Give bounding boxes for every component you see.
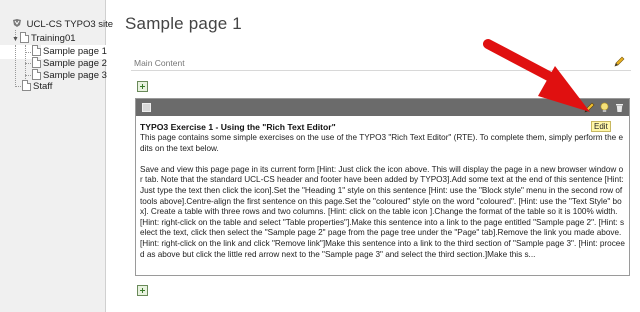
content-element-header	[136, 99, 629, 116]
column-label: Main Content	[134, 58, 185, 68]
content-element-title: TYPO3 Exercise 1 - Using the "Rich Text …	[140, 122, 336, 132]
page-icon	[32, 69, 41, 80]
tree-connector	[25, 52, 31, 53]
tree-page-label: Sample page 1	[43, 46, 107, 57]
content-element: TYPO3 Exercise 1 - Using the "Rich Text …	[135, 98, 630, 276]
tree-site-label: UCL-CS TYPO3 site	[26, 19, 114, 30]
lightbulb-icon[interactable]	[599, 102, 610, 113]
main-content-area: Sample page 1 Main Content TYPO3 Exercis…	[107, 0, 640, 312]
page-title: Sample page 1	[125, 14, 242, 33]
tree-folder-label: Training01	[31, 33, 76, 44]
tree-staff-node[interactable]: Staff	[22, 80, 52, 94]
tree-folder-node[interactable]: ▼ Training01	[12, 32, 76, 46]
tree-connector	[25, 63, 31, 64]
content-paragraph: This page contains some simple exercises…	[140, 133, 624, 153]
tree-page-label: Sample page 2	[43, 58, 107, 69]
tree-connector	[15, 86, 21, 87]
trash-icon[interactable]	[614, 102, 625, 113]
tree-site-node[interactable]: UCL-CS TYPO3 site	[12, 18, 113, 32]
page-icon	[22, 80, 31, 91]
section-divider	[131, 70, 631, 71]
tree-staff-label: Staff	[33, 81, 53, 92]
page-icon	[20, 32, 29, 43]
pencil-icon[interactable]	[584, 102, 595, 113]
typo3-site-icon	[13, 19, 21, 27]
page-tree: UCL-CS TYPO3 site ▼ Training01 Sample pag…	[0, 0, 113, 312]
page-icon	[32, 45, 41, 56]
new-content-icon[interactable]	[137, 285, 148, 296]
tree-connector	[25, 75, 31, 76]
new-content-icon[interactable]	[137, 81, 148, 92]
tree-connector	[15, 45, 16, 87]
text-content-icon	[142, 103, 151, 112]
content-element-body[interactable]: TYPO3 Exercise 1 - Using the "Rich Text …	[136, 116, 629, 260]
collapse-toggle-icon[interactable]: ▼	[12, 33, 20, 47]
content-paragraph: Save and view this page page in its curr…	[140, 164, 625, 259]
page-icon	[32, 57, 41, 68]
content-element-text: This page contains some simple exercises…	[140, 133, 625, 260]
tree-page-label: Sample page 3	[43, 70, 107, 81]
edit-tooltip: Edit	[591, 121, 611, 132]
pencil-icon[interactable]	[613, 56, 625, 68]
